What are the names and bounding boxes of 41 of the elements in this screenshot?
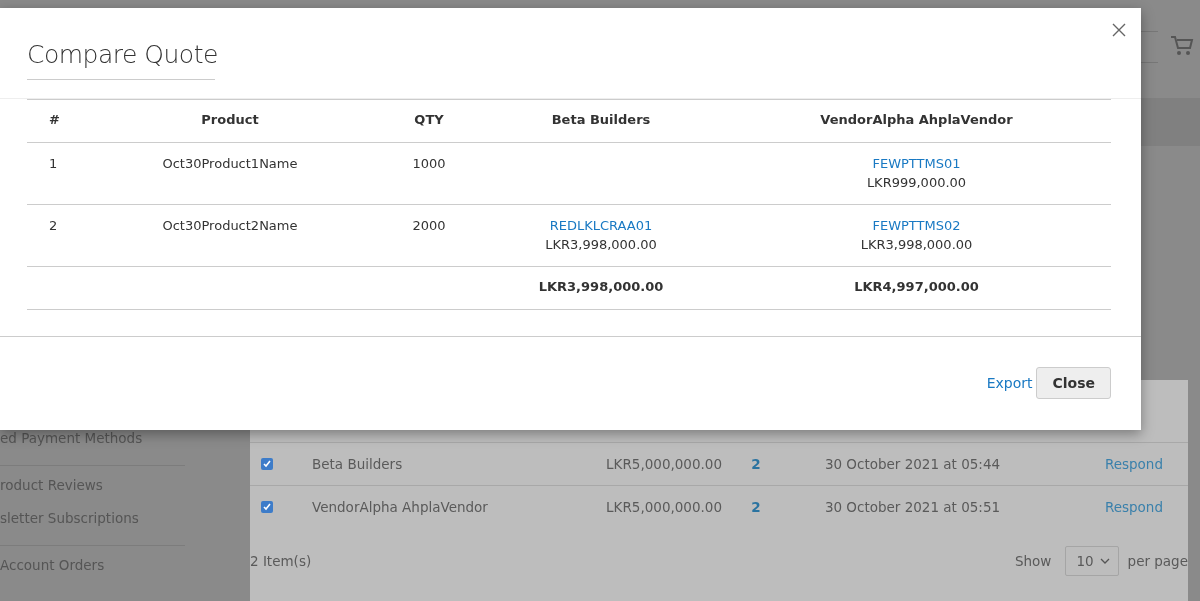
table-cell-text: 1 xyxy=(48,156,59,171)
table-cell-text: 1000 xyxy=(411,156,447,171)
price-text: LKR3,998,000.00 xyxy=(860,237,973,252)
table-cell-text: 2 xyxy=(48,218,59,233)
column-header: Beta Builders xyxy=(550,112,652,127)
export-link[interactable]: Export xyxy=(986,375,1033,391)
respond-link[interactable]: Respond xyxy=(1104,499,1163,515)
respond-link[interactable]: Respond xyxy=(1104,456,1163,472)
table-cell-text: Oct30Product2Name xyxy=(161,218,299,233)
checkbox[interactable] xyxy=(261,458,273,470)
items-link[interactable]: 2 xyxy=(722,456,790,472)
price-text: LKR3,998,000.00 xyxy=(545,237,657,252)
close-icon[interactable] xyxy=(1112,23,1126,37)
quote-link[interactable]: REDLKLCRAA01 xyxy=(549,218,653,233)
column-header: # xyxy=(48,112,61,127)
per-page-select[interactable]: 10 xyxy=(1065,546,1119,576)
price-text: LKR999,000.00 xyxy=(866,175,967,190)
quote-link[interactable]: FEWPTTMS01 xyxy=(872,156,961,171)
vendor-name: VendorAlpha AhplaVendor xyxy=(312,499,489,515)
chevron-down-icon xyxy=(1099,558,1110,564)
vendor-name: Beta Builders xyxy=(312,456,404,472)
amount-text: LKR5,000,000.00 xyxy=(605,499,722,515)
items-link[interactable]: 2 xyxy=(722,499,790,515)
total-text: LKR3,998,000.00 xyxy=(537,279,665,294)
column-header: Product xyxy=(200,112,260,127)
date-text: 30 October 2021 at 05:51 xyxy=(823,499,1002,515)
cart-icon[interactable] xyxy=(1170,35,1194,57)
per-page-label: per page xyxy=(1127,553,1188,569)
show-label: Show xyxy=(1014,553,1052,569)
dialog-title: Compare Quote xyxy=(27,8,215,80)
date-text: 30 October 2021 at 05:44 xyxy=(823,456,1002,472)
checkbox[interactable] xyxy=(261,501,273,513)
table-cell-text: 2000 xyxy=(411,218,447,233)
quote-link[interactable]: FEWPTTMS02 xyxy=(872,218,961,233)
column-header: QTY xyxy=(413,112,445,127)
amount-text: LKR5,000,000.00 xyxy=(605,456,722,472)
item-count: 2 Item(s) xyxy=(250,553,312,569)
close-button[interactable]: Close xyxy=(1036,367,1111,399)
column-header: VendorAlpha AhplaVendor xyxy=(819,112,1014,127)
table-cell-text: Oct30Product1Name xyxy=(161,156,299,171)
total-text: LKR4,997,000.00 xyxy=(853,279,980,294)
